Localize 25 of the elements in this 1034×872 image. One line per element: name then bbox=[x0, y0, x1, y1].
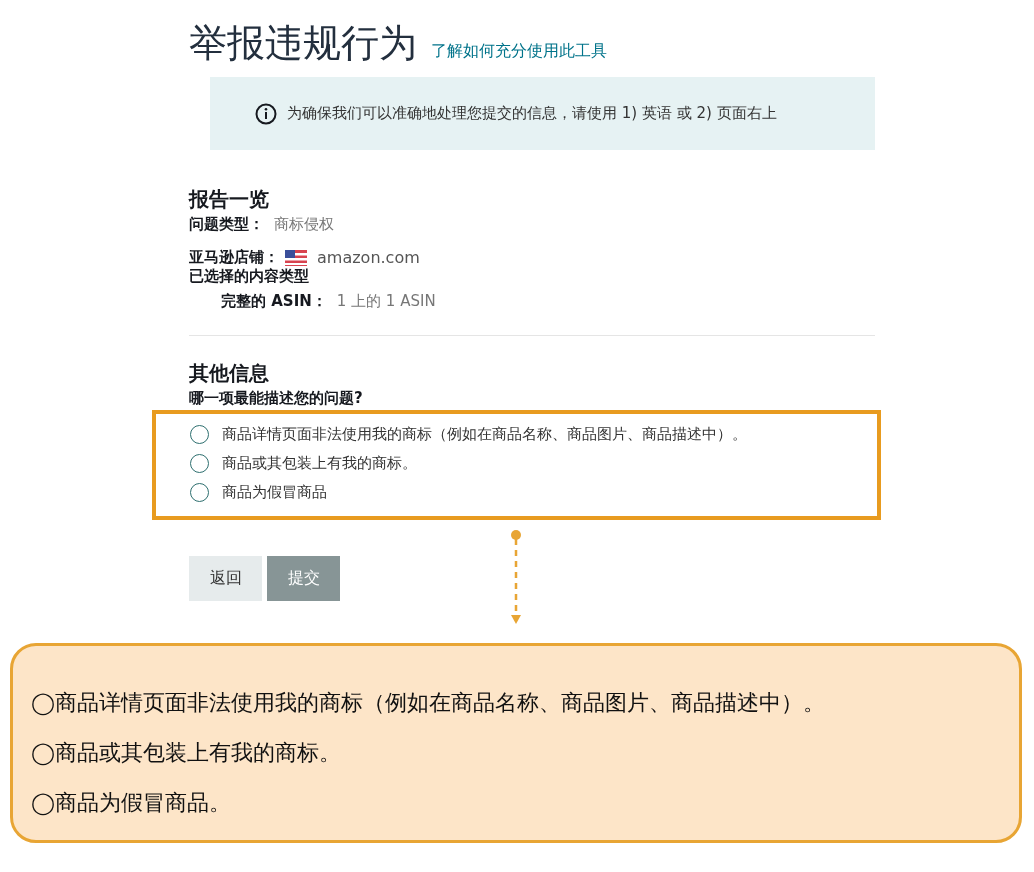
field-label: 亚马逊店铺： bbox=[189, 248, 279, 267]
option-label[interactable]: 商品或其包装上有我的商标。 bbox=[222, 454, 417, 473]
section-heading: 其他信息 bbox=[189, 360, 270, 387]
page-title: 举报违规行为 bbox=[189, 20, 417, 67]
info-icon bbox=[255, 102, 277, 125]
question-label: 哪一项最能描述您的问题? bbox=[189, 389, 364, 408]
option-label[interactable]: 商品为假冒商品 bbox=[222, 483, 327, 502]
option-label[interactable]: 商品详情页面非法使用我的商标（例如在商品名称、商品图片、商品描述中）。 bbox=[222, 425, 747, 444]
notice-text: 为确保我们可以准确地处理您提交的信息，请使用 1) 英语 或 2) 页面右上 bbox=[287, 104, 777, 123]
field-value: amazon.com bbox=[316, 248, 420, 267]
radio-button[interactable] bbox=[190, 425, 209, 444]
radio-button[interactable] bbox=[190, 483, 209, 502]
section-heading: 报告一览 bbox=[189, 186, 270, 213]
flag-icon bbox=[285, 249, 307, 266]
callout-line: ◯商品为假冒商品。 bbox=[31, 789, 233, 818]
field-value: 1 上的 1 ASIN bbox=[335, 292, 436, 311]
field-label: 完整的 ASIN： bbox=[221, 292, 327, 311]
field-label: 问题类型： bbox=[189, 215, 264, 234]
back-button[interactable]: 返回 bbox=[189, 556, 262, 601]
help-link[interactable]: 了解如何充分使用此工具 bbox=[431, 41, 607, 62]
callout-line: ◯商品或其包装上有我的商标。 bbox=[31, 739, 343, 768]
callout-line: ◯商品详情页面非法使用我的商标（例如在商品名称、商品图片、商品描述中）。 bbox=[31, 689, 827, 718]
field-value: 商标侵权 bbox=[273, 215, 334, 234]
content-type-heading: 已选择的内容类型 bbox=[189, 267, 310, 286]
radio-button[interactable] bbox=[190, 454, 209, 473]
